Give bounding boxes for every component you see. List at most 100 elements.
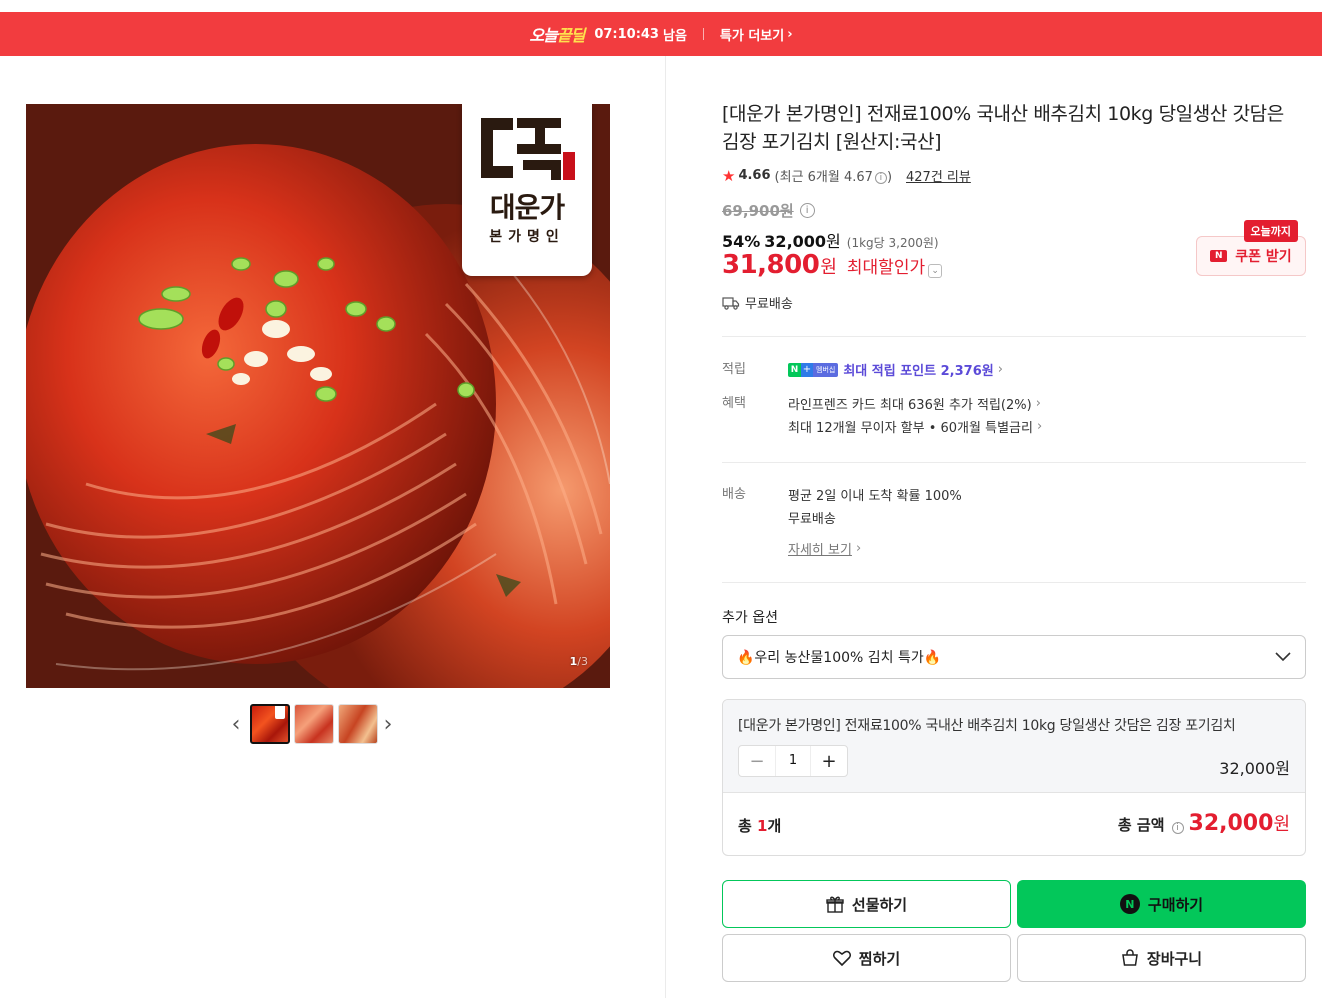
brand-logo-mark xyxy=(481,118,575,180)
benefit-card-text: 라인프렌즈 카드 최대 636원 추가 적립(2%) xyxy=(788,398,1032,413)
buy-label: 구매하기 xyxy=(1147,895,1204,914)
shipping-row: 무료배송 xyxy=(722,293,793,312)
discount-rate: 54% xyxy=(722,232,761,251)
naver-pay-icon: N xyxy=(1119,894,1140,914)
total-count: 총 1개 xyxy=(738,817,782,835)
info-icon[interactable]: i xyxy=(1171,822,1184,834)
divider xyxy=(722,582,1306,583)
heart-icon xyxy=(832,950,851,966)
sale-price-row: 54% 32,000 원 (1kg당 3,200원) xyxy=(722,228,939,252)
product-info-panel: [대운가 본가명인] 전재료100% 국내산 배추김치 10kg 당일생산 갓담… xyxy=(722,100,1306,982)
benefit-installment-text: 최대 12개월 무이자 할부 • 60개월 특별금리 xyxy=(788,421,1033,436)
chevron-right-icon: › xyxy=(855,541,862,556)
points-label: 적립 xyxy=(722,362,746,377)
delivery-value: 평균 2일 이내 도착 확률 100% 무료배송 자세히 보기 › xyxy=(788,483,1288,560)
gift-icon xyxy=(826,896,844,913)
deal-timer: 07:10:43 xyxy=(594,26,659,42)
chevron-down-icon xyxy=(1275,652,1291,662)
delivery-line-1: 평균 2일 이내 도착 확률 100% xyxy=(788,489,962,504)
info-icon[interactable]: i xyxy=(874,171,887,184)
deal-timer-suffix: 남음 xyxy=(662,28,687,44)
deal-banner: 오늘끝딜 07:10:43 남음 특가 더보기 › xyxy=(0,12,1322,56)
max-discount-price: 31,800 xyxy=(722,250,820,280)
delivery-detail-link[interactable]: 자세히 보기 › xyxy=(788,537,1288,560)
cart-label: 장바구니 xyxy=(1146,949,1203,968)
total-amount: 총 금액 i 32,000 원 xyxy=(1118,810,1290,836)
benefits-label: 혜택 xyxy=(722,396,746,411)
naver-membership-badge: N + 멤버십 xyxy=(788,362,839,377)
chevron-right-icon: › xyxy=(1036,419,1043,434)
coupon-label: 쿠폰 받기 xyxy=(1235,249,1292,265)
chevron-right-icon: › xyxy=(1035,396,1041,411)
shopping-bag-icon xyxy=(1122,949,1138,966)
max-discount-row[interactable]: 31,800 원 최대할인가 ⌄ xyxy=(722,250,943,280)
coupon-area: N 쿠폰 받기 오늘까지 xyxy=(1196,220,1306,276)
delivery-detail-label: 자세히 보기 xyxy=(788,543,852,558)
selected-item-name: [대운가 본가명인] 전재료100% 국내산 배추김치 10kg 당일생산 갓담… xyxy=(738,718,1236,734)
column-divider xyxy=(665,56,666,998)
selected-item-price: 32,000원 xyxy=(1219,759,1290,778)
unit-price: (1kg당 3,200원) xyxy=(846,236,939,250)
quantity-decrease-button[interactable]: − xyxy=(739,746,775,776)
shipping-label: 무료배송 xyxy=(745,297,793,312)
points-link[interactable]: N + 멤버십 최대 적립 포인트 2,376원 › xyxy=(788,358,1288,381)
truck-icon xyxy=(722,296,740,310)
info-icon[interactable]: i xyxy=(799,203,815,218)
coupon-icon: N xyxy=(1210,250,1228,262)
max-discount-unit: 원 xyxy=(820,257,837,278)
total-amount-unit: 원 xyxy=(1273,814,1290,835)
cart-button[interactable]: 장바구니 xyxy=(1017,934,1306,982)
thumbnail-2[interactable] xyxy=(294,704,334,744)
rating-score: 4.66 xyxy=(738,168,771,183)
delivery-label: 배송 xyxy=(722,487,746,502)
selected-item: [대운가 본가명인] 전재료100% 국내산 배추김치 10kg 당일생산 갓담… xyxy=(723,700,1305,793)
thumbnail-3[interactable] xyxy=(338,704,378,744)
buy-button[interactable]: N 구매하기 xyxy=(1017,880,1306,928)
brand-name: 대운가 xyxy=(489,191,565,224)
points-text: 최대 적립 포인트 2,376원 xyxy=(843,364,994,379)
coupon-deadline-tag: 오늘까지 xyxy=(1243,220,1298,242)
total-amount-label: 총 금액 xyxy=(1117,816,1165,834)
benefit-installment-link[interactable]: 최대 12개월 무이자 할부 • 60개월 특별금리 › xyxy=(788,415,1288,438)
benefit-card-link[interactable]: 라인프렌즈 카드 최대 636원 추가 적립(2%) › xyxy=(788,392,1288,415)
divider xyxy=(722,462,1306,463)
thumbnail-1[interactable] xyxy=(250,704,290,744)
delivery-line-2: 무료배송 xyxy=(788,512,836,527)
max-discount-label: 최대할인가 xyxy=(846,258,926,278)
quantity-increase-button[interactable]: + xyxy=(811,746,847,776)
deal-more-link[interactable]: 특가 더보기 › xyxy=(720,25,793,44)
gift-button[interactable]: 선물하기 xyxy=(722,880,1011,928)
deal-logo: 오늘끝딜 xyxy=(529,26,585,45)
benefits-value: 라인프렌즈 카드 최대 636원 추가 적립(2%) › 최대 12개월 무이자… xyxy=(788,392,1288,438)
thumbnail-strip: ‹ › xyxy=(226,704,416,744)
rating-row: ★ 4.66 (최근 6개월 4.67 i) 427건 리뷰 xyxy=(722,166,1306,186)
brand-logo-badge: 대운가 본가명인 xyxy=(462,104,592,276)
chevron-left-icon[interactable]: ‹ xyxy=(226,704,246,744)
chevron-down-icon[interactable]: ⌄ xyxy=(928,264,943,278)
chevron-right-icon: › xyxy=(997,362,1003,377)
original-price: 69,900원 xyxy=(722,202,794,220)
wishlist-button[interactable]: 찜하기 xyxy=(722,934,1011,982)
wishlist-label: 찜하기 xyxy=(858,949,901,968)
deal-more-label: 특가 더보기 xyxy=(719,28,785,44)
divider xyxy=(722,336,1306,337)
option-select[interactable]: 🔥우리 농산물100% 김치 특가🔥 xyxy=(722,635,1306,679)
deal-divider xyxy=(702,28,704,40)
option-title: 추가 옵션 xyxy=(722,610,778,626)
original-price-row: 69,900원 i xyxy=(722,200,815,221)
selected-item-box: [대운가 본가명인] 전재료100% 국내산 배추김치 10kg 당일생산 갓담… xyxy=(722,699,1306,856)
review-count-link[interactable]: 427건 리뷰 xyxy=(906,166,971,185)
quantity-stepper: − 1 + xyxy=(738,745,848,777)
quantity-input[interactable]: 1 xyxy=(775,746,811,776)
option-selected-value: 🔥우리 농산물100% 김치 특가🔥 xyxy=(737,650,942,666)
product-main-image[interactable]: 대운가 본가명인 1/3 xyxy=(26,104,610,688)
image-counter: 1/3 xyxy=(569,655,588,668)
chevron-right-icon: › xyxy=(787,26,793,42)
sale-price-unit: 원 xyxy=(826,232,841,251)
star-icon: ★ xyxy=(722,166,736,185)
gift-label: 선물하기 xyxy=(851,895,908,914)
recent-rating: (최근 6개월 4.67 i) xyxy=(774,170,893,185)
points-value: N + 멤버십 최대 적립 포인트 2,376원 › xyxy=(788,358,1288,381)
chevron-right-icon[interactable]: › xyxy=(378,704,398,744)
coupon-button[interactable]: N 쿠폰 받기 xyxy=(1196,236,1306,276)
